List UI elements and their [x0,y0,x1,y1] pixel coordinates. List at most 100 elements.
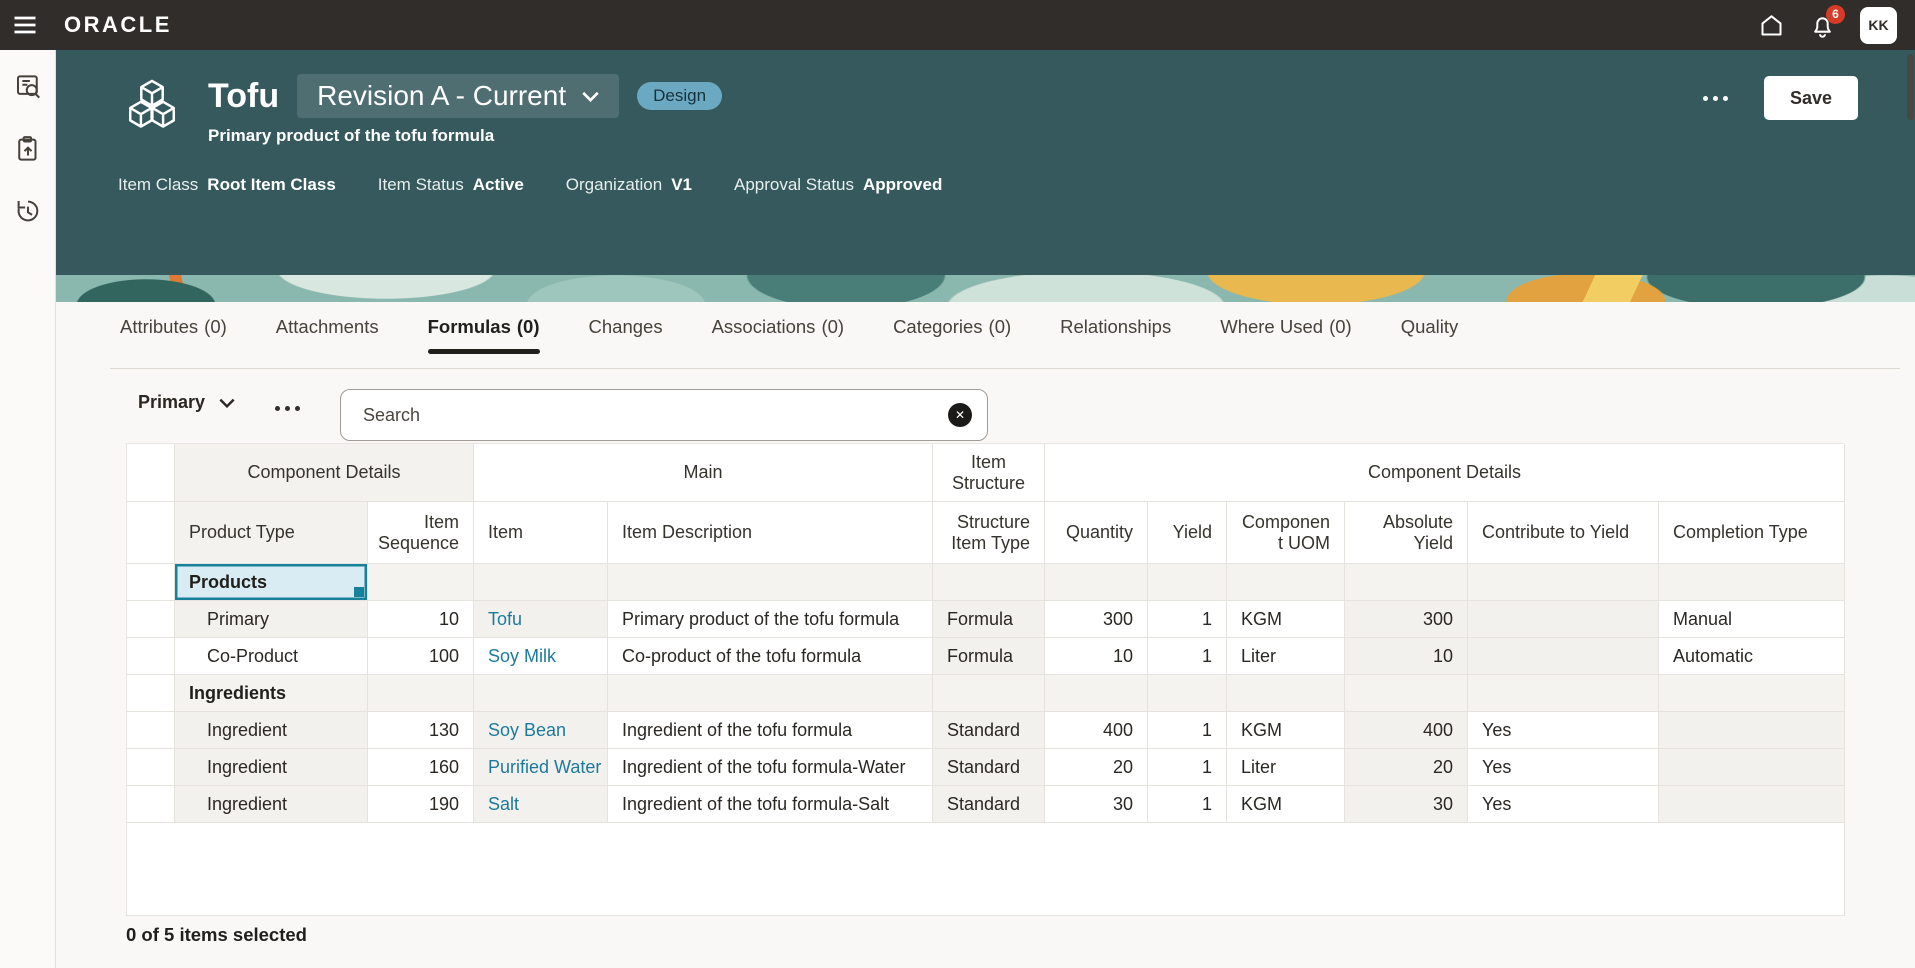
table-cell[interactable]: 400 [1045,712,1148,749]
table-cell[interactable]: KGM [1227,786,1345,823]
table-cell[interactable] [474,564,608,601]
search-clear-button[interactable]: ✕ [948,403,972,427]
table-cell[interactable]: 130 [368,712,474,749]
user-avatar[interactable]: KK [1860,6,1897,44]
table-cell[interactable] [368,564,474,601]
column-header[interactable]: Component UOM [1227,502,1345,564]
table-cell[interactable] [1659,786,1845,823]
tab-where-used[interactable]: Where Used (0) [1220,316,1351,354]
tab-relationships[interactable]: Relationships [1060,316,1171,354]
tab-attachments[interactable]: Attachments [276,316,379,354]
table-cell[interactable]: 1 [1148,786,1227,823]
table-cell[interactable]: Ingredient of the tofu formula [608,712,933,749]
revision-selector[interactable]: Revision A - Current [297,74,620,118]
column-header[interactable]: Product Type [175,502,368,564]
tab-categories[interactable]: Categories (0) [893,316,1011,354]
table-cell[interactable] [1659,564,1845,601]
table-cell[interactable]: Ingredient [175,749,368,786]
table-cell[interactable]: 30 [1345,786,1468,823]
table-cell[interactable]: Ingredient of the tofu formula-Water [608,749,933,786]
table-cell[interactable] [1345,675,1468,712]
table-cell[interactable]: 100 [368,638,474,675]
table-cell[interactable]: 1 [1148,601,1227,638]
table-cell[interactable]: Manual [1659,601,1845,638]
table-cell[interactable] [933,675,1045,712]
table-cell[interactable]: Soy Milk [474,638,608,675]
item-link[interactable]: Purified Water [488,757,601,778]
table-cell[interactable]: Ingredient [175,786,368,823]
table-cell[interactable]: Ingredient of the tofu formula-Salt [608,786,933,823]
table-cell[interactable] [1468,675,1659,712]
table-cell[interactable]: Co-Product [175,638,368,675]
table-cell[interactable] [933,564,1045,601]
item-link[interactable]: Soy Bean [488,720,566,741]
notifications-button[interactable]: 6 [1809,4,1845,39]
table-cell[interactable] [1148,564,1227,601]
save-button[interactable]: Save [1763,76,1858,120]
table-cell[interactable]: Formula [933,638,1045,675]
column-header[interactable]: Absolute Yield [1345,502,1468,564]
row-gutter[interactable] [127,564,175,601]
table-cell[interactable] [1045,564,1148,601]
column-header[interactable]: Quantity [1045,502,1148,564]
table-cell[interactable]: 10 [1345,638,1468,675]
table-cell[interactable]: 160 [368,749,474,786]
table-cell[interactable]: Yes [1468,786,1659,823]
item-link[interactable]: Soy Milk [488,646,556,667]
header-more-actions-button[interactable] [1701,90,1730,107]
column-header[interactable]: Structure Item Type [933,502,1045,564]
table-cell[interactable]: Ingredient [175,712,368,749]
tab-attributes[interactable]: Attributes (0) [120,316,227,354]
table-cell[interactable]: 400 [1345,712,1468,749]
table-cell[interactable] [608,564,933,601]
column-header[interactable]: Completion Type [1659,502,1845,564]
table-cell[interactable]: Automatic [1659,638,1845,675]
table-cell[interactable]: Soy Bean [474,712,608,749]
table-cell[interactable]: Yes [1468,749,1659,786]
search-input[interactable] [340,389,988,441]
table-cell[interactable] [1227,564,1345,601]
sidebar-item-search-button[interactable] [13,72,43,102]
table-cell[interactable]: Yes [1468,712,1659,749]
table-cell[interactable] [474,675,608,712]
item-link[interactable]: Tofu [488,609,522,630]
tab-quality[interactable]: Quality [1401,316,1459,354]
vertical-scrollbar[interactable] [1907,54,1914,120]
table-cell[interactable]: Co-product of the tofu formula [608,638,933,675]
table-cell[interactable]: 300 [1345,601,1468,638]
table-cell[interactable]: Tofu [474,601,608,638]
row-gutter[interactable] [127,675,175,712]
table-cell[interactable] [1659,749,1845,786]
formula-type-selector[interactable]: Primary [138,392,235,413]
table-cell[interactable] [1468,601,1659,638]
table-cell[interactable]: Salt [474,786,608,823]
table-cell[interactable]: Products [175,564,368,601]
table-cell[interactable]: 20 [1045,749,1148,786]
table-cell[interactable]: Liter [1227,749,1345,786]
table-cell[interactable]: Ingredients [175,675,368,712]
table-cell[interactable]: Standard [933,712,1045,749]
row-gutter[interactable] [127,786,175,823]
table-cell[interactable] [1659,712,1845,749]
filter-more-actions-button[interactable] [271,402,304,415]
tab-formulas[interactable]: Formulas (0) [427,316,540,354]
table-cell[interactable] [1227,675,1345,712]
table-cell[interactable]: Liter [1227,638,1345,675]
column-header[interactable]: Contribute to Yield [1468,502,1659,564]
row-gutter[interactable] [127,638,175,675]
column-header[interactable]: Yield [1148,502,1227,564]
table-cell[interactable]: Purified Water [474,749,608,786]
table-cell[interactable]: 1 [1148,749,1227,786]
home-button[interactable] [1758,12,1785,39]
table-cell[interactable]: 30 [1045,786,1148,823]
tab-changes[interactable]: Changes [589,316,663,354]
table-cell[interactable]: 10 [368,601,474,638]
item-link[interactable]: Salt [488,794,519,815]
sidebar-history-button[interactable] [13,196,43,226]
table-cell[interactable] [1468,638,1659,675]
sidebar-clipboard-upload-button[interactable] [13,134,43,164]
column-header[interactable]: Item Sequence [368,502,474,564]
table-cell[interactable] [1148,675,1227,712]
table-cell[interactable] [1659,675,1845,712]
table-cell[interactable]: Standard [933,749,1045,786]
